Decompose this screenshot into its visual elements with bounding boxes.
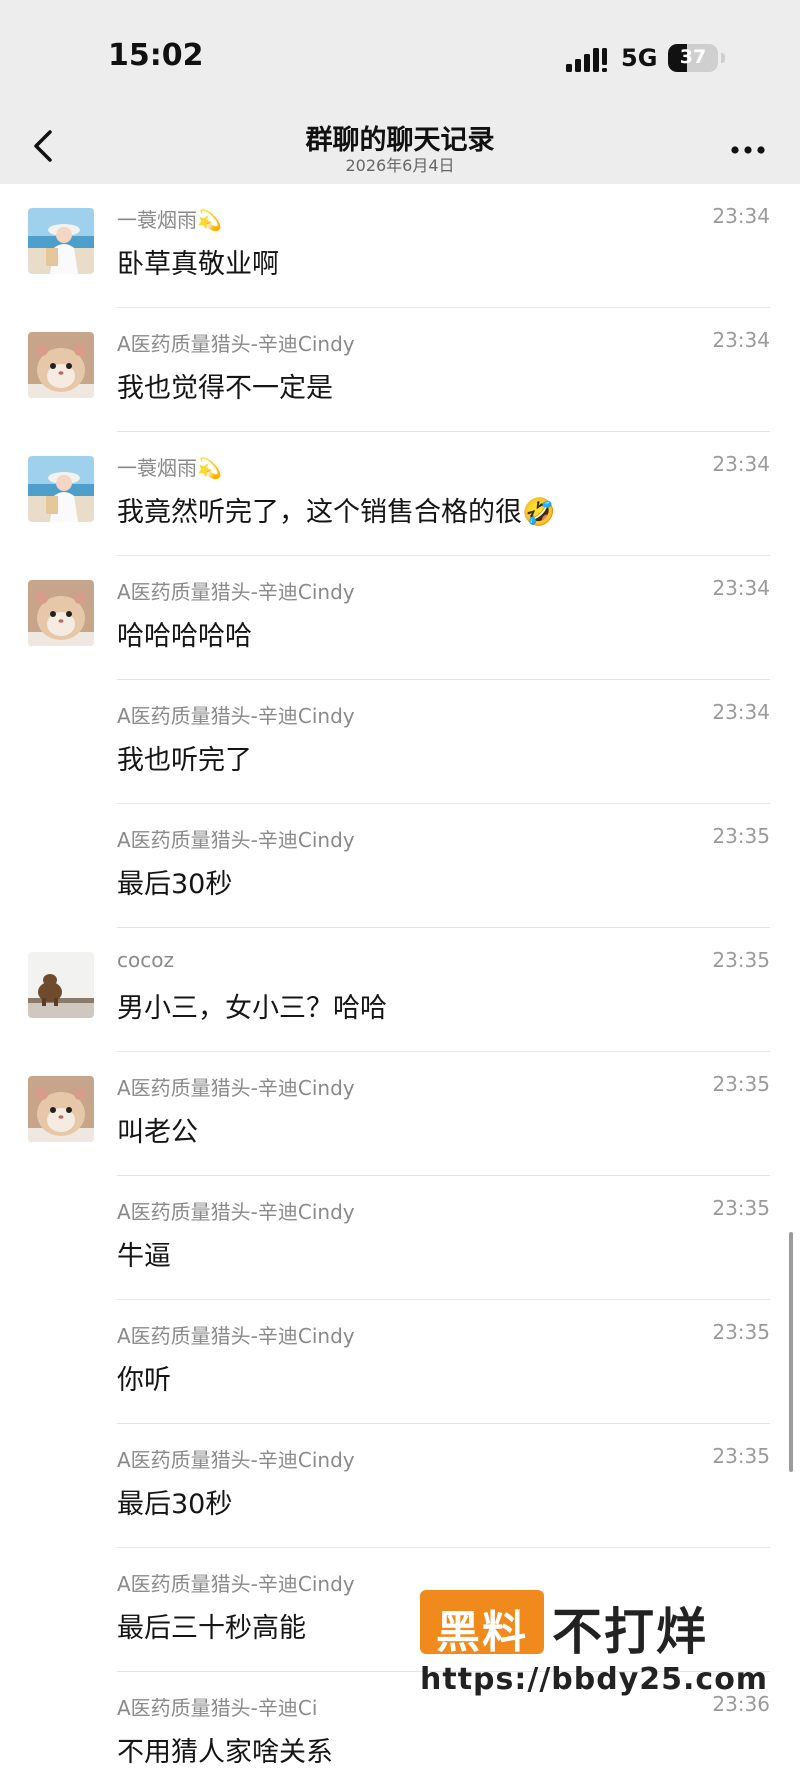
network-type: 5G: [621, 44, 658, 72]
message-time: 23:34: [712, 700, 770, 724]
message-time: 23:35: [712, 824, 770, 848]
sender-name: A医药质量猎头-辛迪Cindy: [117, 704, 355, 728]
status-time: 15:02: [108, 38, 204, 73]
message-text[interactable]: 我也觉得不一定是: [117, 366, 333, 405]
sender-name: 一蓑烟雨💫: [117, 456, 222, 480]
hamster-avatar[interactable]: [28, 1076, 94, 1142]
message-time: 23:35: [712, 948, 770, 972]
message-item[interactable]: A医药质量猎头-辛迪Cindy 最后30秒 23:35: [0, 804, 800, 928]
capybara-avatar[interactable]: [28, 952, 94, 1018]
page-subtitle-date: 2026年6月4日: [345, 156, 455, 175]
sender-name: A医药质量猎头-辛迪Cindy: [117, 1076, 355, 1100]
battery-percent: 37: [679, 46, 707, 68]
sender-name: A医药质量猎头-辛迪Cindy: [117, 828, 355, 852]
beach-portrait-avatar[interactable]: [28, 456, 94, 522]
hamster-avatar[interactable]: [28, 332, 94, 398]
message-text[interactable]: 你听: [117, 1358, 171, 1397]
message-text[interactable]: 叫老公: [117, 1110, 198, 1149]
message-time: 23:34: [712, 328, 770, 352]
message-text[interactable]: 最后三十秒高能: [117, 1606, 306, 1645]
message-item[interactable]: A医药质量猎头-辛迪Cindy 最后30秒 23:35: [0, 1424, 800, 1548]
message-item[interactable]: A医药质量猎头-辛迪Cindy 我也觉得不一定是 23:34: [0, 308, 800, 432]
watermark: 黑料 不打烊 https://bbdy25.com: [420, 1590, 780, 1700]
message-item[interactable]: A医药质量猎头-辛迪Cindy 哈哈哈哈哈 23:34: [0, 556, 800, 680]
watermark-badge: 黑料: [420, 1590, 544, 1658]
sender-name: 一蓑烟雨💫: [117, 208, 222, 232]
sender-name: A医药质量猎头-辛迪Cindy: [117, 1572, 355, 1596]
message-text[interactable]: 最后30秒: [117, 862, 232, 901]
sender-name: A医药质量猎头-辛迪Cindy: [117, 1324, 355, 1348]
scrollbar-thumb[interactable]: [789, 1232, 793, 1472]
sender-name: A医药质量猎头-辛迪Ci: [117, 1696, 318, 1720]
sender-name: A医药质量猎头-辛迪Cindy: [117, 1448, 355, 1472]
message-item[interactable]: A医药质量猎头-辛迪Cindy 牛逼 23:35: [0, 1176, 800, 1300]
battery-icon: 37: [668, 44, 718, 72]
message-time: 23:35: [712, 1320, 770, 1344]
message-item[interactable]: 一蓑烟雨💫 我竟然听完了，这个销售合格的很🤣 23:34: [0, 432, 800, 556]
sender-name: A医药质量猎头-辛迪Cindy: [117, 580, 355, 604]
message-time: 23:35: [712, 1444, 770, 1468]
message-text[interactable]: 男小三，女小三？哈哈: [117, 986, 387, 1025]
battery-tip: [721, 53, 725, 63]
signal-strength-icon: [566, 48, 607, 72]
message-time: 23:34: [712, 204, 770, 228]
message-text[interactable]: 哈哈哈哈哈: [117, 614, 252, 653]
more-horizontal-icon[interactable]: [728, 128, 768, 164]
message-text[interactable]: 牛逼: [117, 1234, 171, 1273]
message-item[interactable]: cocoz 男小三，女小三？哈哈 23:35: [0, 928, 800, 1052]
watermark-brand: 不打烊: [552, 1603, 708, 1661]
sender-name: cocoz: [117, 948, 174, 972]
chat-history-list[interactable]: 一蓑烟雨💫 卧草真敬业啊 23:34 A医药质量猎头-辛迪Cindy 我也觉得不一定是 2…: [0, 184, 800, 1768]
message-item[interactable]: A医药质量猎头-辛迪Cindy 我也听完了 23:34: [0, 680, 800, 804]
beach-portrait-avatar[interactable]: [28, 208, 94, 274]
message-time: 23:34: [712, 576, 770, 600]
message-text[interactable]: 我竟然听完了，这个销售合格的很🤣: [117, 490, 556, 529]
message-text[interactable]: 最后30秒: [117, 1482, 232, 1521]
message-text[interactable]: 卧草真敬业啊: [117, 242, 279, 281]
message-text[interactable]: 我也听完了: [117, 738, 252, 777]
watermark-url: https://bbdy25.com: [420, 1662, 769, 1697]
message-time: 23:35: [712, 1072, 770, 1096]
hamster-avatar[interactable]: [28, 580, 94, 646]
navigation-bar: 群聊的聊天记录 2026年6月4日: [0, 118, 800, 184]
message-item[interactable]: A医药质量猎头-辛迪Cindy 你听 23:35: [0, 1300, 800, 1424]
sender-name: A医药质量猎头-辛迪Cindy: [117, 332, 355, 356]
status-bar: 15:02 5G 37: [0, 0, 800, 118]
watermark-badge-text: 黑料: [436, 1607, 528, 1658]
message-time: 23:35: [712, 1196, 770, 1220]
message-time: 23:34: [712, 452, 770, 476]
message-item[interactable]: A医药质量猎头-辛迪Cindy 叫老公 23:35: [0, 1052, 800, 1176]
message-item[interactable]: 一蓑烟雨💫 卧草真敬业啊 23:34: [0, 184, 800, 308]
sender-name: A医药质量猎头-辛迪Cindy: [117, 1200, 355, 1224]
message-text[interactable]: 不用猜人家啥关系: [117, 1730, 333, 1769]
